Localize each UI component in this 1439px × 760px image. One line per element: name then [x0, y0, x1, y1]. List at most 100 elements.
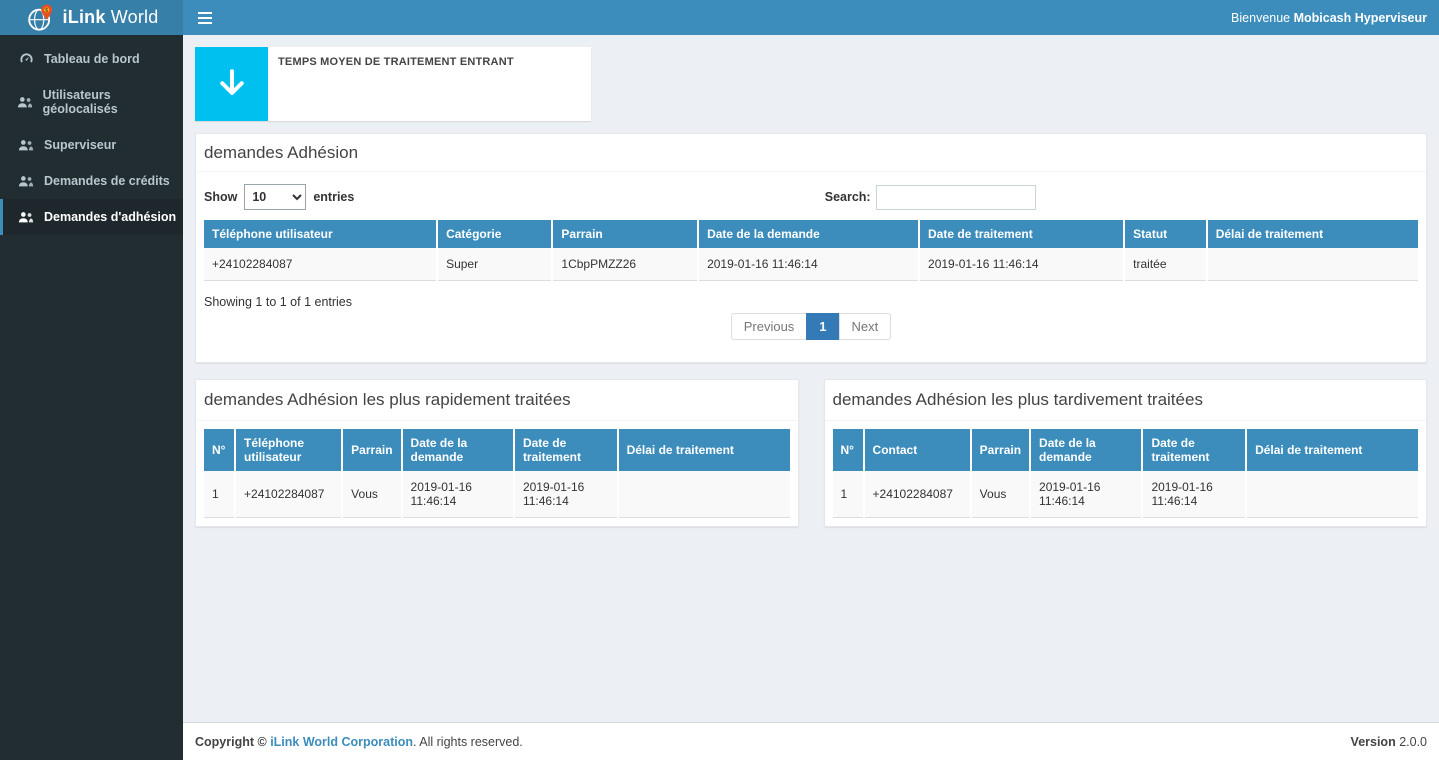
table-info-text: Showing 1 to 1 of 1 entries [204, 295, 1418, 309]
copyright-label: Copyright © [195, 735, 270, 749]
version-text: Version 2.0.0 [1351, 735, 1427, 749]
cell: 2019-01-16 11:46:14 [698, 248, 919, 281]
sidebar-item-label: Tableau de bord [44, 52, 140, 66]
users-icon [17, 96, 34, 109]
pagination-previous[interactable]: Previous [731, 313, 808, 340]
company-link[interactable]: iLink World Corporation [270, 735, 413, 749]
cell: 2019-01-16 11:46:14 [1030, 471, 1142, 518]
page-length-select[interactable]: 10 [244, 184, 306, 210]
cell: Super [437, 248, 552, 281]
column-header: Parrain [342, 429, 401, 471]
users-icon [17, 211, 35, 224]
footer: Copyright © iLink World Corporation. All… [183, 722, 1439, 760]
welcome-username: Mobicash Hyperviseur [1294, 11, 1427, 25]
brand-title: iLink World [63, 7, 159, 28]
globe-pin-logo-icon: $ [25, 3, 55, 33]
column-header[interactable]: Téléphone utilisateur [204, 220, 437, 248]
entries-label: entries [313, 190, 354, 204]
column-header[interactable]: Délai de traitement [1207, 220, 1418, 248]
panel-title: demandes Adhésion [204, 143, 358, 162]
cell: 1 [833, 471, 864, 518]
column-header: Délai de traitement [618, 429, 790, 471]
header-row: N°Téléphone utilisateurParrainDate de la… [204, 429, 790, 471]
cell: 2019-01-16 11:46:14 [919, 248, 1124, 281]
column-header[interactable]: Parrain [552, 220, 698, 248]
panel-title: demandes Adhésion les plus rapidement tr… [204, 390, 571, 409]
rights-text: . All rights reserved. [413, 735, 523, 749]
sidebar-item-label: Demandes de crédits [44, 174, 170, 188]
column-header[interactable]: Date de la demande [698, 220, 919, 248]
pagination: Previous 1 Next [731, 313, 892, 340]
app-window: $ iLink World Bienvenue Mobicash Hypervi… [0, 0, 1439, 760]
welcome-message: Bienvenue Mobicash Hyperviseur [1231, 11, 1439, 25]
sidebar-item-demandes-de-credits[interactable]: Demandes de crédits [0, 163, 183, 199]
cell: Vous [342, 471, 401, 518]
cell: +24102284087 [864, 471, 971, 518]
sidebar-item-utilisateurs-geolocalises[interactable]: Utilisateurs géolocalisés [0, 77, 183, 127]
cell [618, 471, 790, 518]
column-header[interactable]: Catégorie [437, 220, 552, 248]
sidebar: Tableau de bord Utilisateurs géolocalisé… [0, 35, 183, 760]
sidebar-item-label: Superviseur [44, 138, 116, 152]
show-label: Show [204, 190, 237, 204]
panel-adhesion-tardives: demandes Adhésion les plus tardivement t… [824, 379, 1428, 527]
main-content: TEMPS MOYEN DE TRAITEMENT ENTRANT demand… [183, 35, 1439, 722]
sidebar-item-tableau-de-bord[interactable]: Tableau de bord [0, 40, 183, 77]
brand-light: World [106, 7, 159, 27]
panel-title: demandes Adhésion les plus tardivement t… [833, 390, 1203, 409]
cell: 2019-01-16 11:46:14 [402, 471, 514, 518]
sidebar-item-label: Utilisateurs géolocalisés [43, 88, 178, 116]
sidebar-toggle-button[interactable] [183, 0, 227, 35]
cell: +24102284087 [235, 471, 342, 518]
cell: 2019-01-16 11:46:14 [1142, 471, 1246, 518]
column-header[interactable]: Statut [1124, 220, 1207, 248]
column-header[interactable]: Date de traitement [919, 220, 1124, 248]
page-length-control: Show 10 entries [204, 184, 354, 210]
brand-bold: iLink [63, 7, 106, 27]
hamburger-icon [198, 12, 212, 24]
panel-adhesion-rapides: demandes Adhésion les plus rapidement tr… [195, 379, 799, 527]
adhesion-tardives-table: N°ContactParrainDate de la demandeDate d… [833, 429, 1419, 518]
svg-text:$: $ [45, 7, 48, 13]
copyright-text: Copyright © iLink World Corporation. All… [195, 735, 523, 749]
table-row: +24102284087Super1CbpPMZZ262019-01-16 11… [204, 248, 1418, 281]
info-box-temps-moyen: TEMPS MOYEN DE TRAITEMENT ENTRANT [195, 47, 591, 121]
arrow-down-icon [195, 47, 268, 121]
column-header: Téléphone utilisateur [235, 429, 342, 471]
search-control: Search: [825, 185, 1036, 210]
pagination-page-1[interactable]: 1 [807, 313, 839, 340]
column-header: Date de traitement [514, 429, 618, 471]
search-input[interactable] [876, 185, 1036, 210]
column-header: N° [833, 429, 864, 471]
header-row: Téléphone utilisateurCatégorieParrainDat… [204, 220, 1418, 248]
cell [1246, 471, 1418, 518]
cell: +24102284087 [204, 248, 437, 281]
search-label: Search: [825, 190, 871, 204]
cell: 1 [204, 471, 235, 518]
adhesion-rapides-table: N°Téléphone utilisateurParrainDate de la… [204, 429, 790, 518]
users-icon [17, 175, 35, 188]
top-navbar: $ iLink World Bienvenue Mobicash Hypervi… [0, 0, 1439, 35]
cell: 2019-01-16 11:46:14 [514, 471, 618, 518]
pagination-next[interactable]: Next [840, 313, 892, 340]
cell: 1CbpPMZZ26 [552, 248, 698, 281]
sidebar-item-label: Demandes d'adhésion [44, 210, 176, 224]
header-row: N°ContactParrainDate de la demandeDate d… [833, 429, 1419, 471]
column-header: Parrain [971, 429, 1030, 471]
table-row: 1+24102284087Vous2019-01-16 11:46:142019… [833, 471, 1419, 518]
column-header: Date de la demande [402, 429, 514, 471]
version-label: Version [1351, 735, 1396, 749]
users-icon [17, 139, 35, 152]
table-row: 1+24102284087Vous2019-01-16 11:46:142019… [204, 471, 790, 518]
sidebar-item-superviseur[interactable]: Superviseur [0, 127, 183, 163]
panel-demandes-adhesion: demandes Adhésion Show 10 entries [195, 133, 1427, 363]
sidebar-item-demandes-adhesion[interactable]: Demandes d'adhésion [0, 199, 183, 235]
navbar: Bienvenue Mobicash Hyperviseur [183, 0, 1439, 35]
column-header: Délai de traitement [1246, 429, 1418, 471]
cell: traitée [1124, 248, 1207, 281]
column-header: N° [204, 429, 235, 471]
welcome-prefix: Bienvenue [1231, 11, 1294, 25]
app-logo[interactable]: $ iLink World [0, 0, 183, 35]
column-header: Date de la demande [1030, 429, 1142, 471]
dashboard-icon [17, 51, 35, 66]
